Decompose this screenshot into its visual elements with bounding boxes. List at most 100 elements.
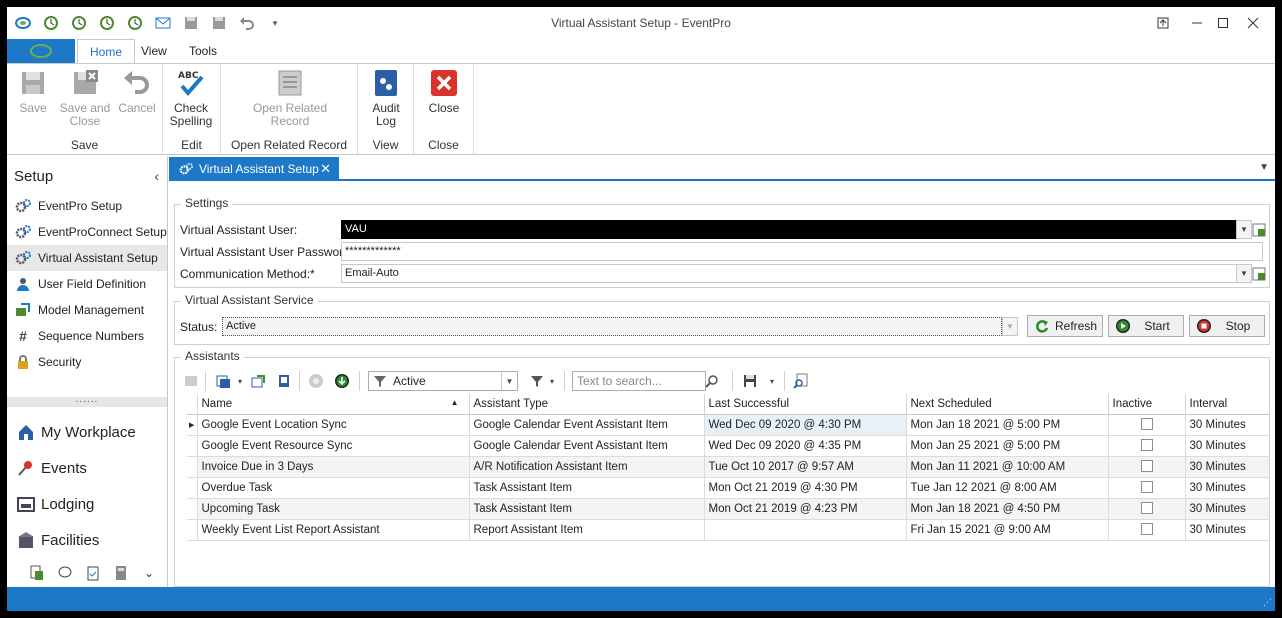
cell-last-successful[interactable]: Tue Oct 10 2017 @ 9:57 AM — [704, 456, 907, 478]
nav-item-security[interactable]: Security — [7, 349, 167, 375]
save-layout-dropdown-icon[interactable]: ▾ — [763, 372, 781, 390]
cell-name[interactable]: Invoice Due in 3 Days — [197, 456, 470, 478]
nav-events[interactable]: Events — [7, 452, 167, 484]
cell-inactive[interactable] — [1108, 477, 1186, 499]
save-and-close-button[interactable]: Save and Close — [59, 68, 111, 128]
filter-dropdown-arrow[interactable]: ▼ — [501, 372, 517, 390]
cell-last-successful[interactable]: Mon Oct 21 2019 @ 4:30 PM — [704, 477, 907, 499]
nav-item-virtual-assistant-setup[interactable]: Virtual Assistant Setup — [7, 245, 167, 271]
cell-assistant-type[interactable]: Google Calendar Event Assistant Item — [469, 414, 705, 436]
edit-record-icon[interactable] — [275, 372, 293, 390]
column-header-last-successful[interactable]: Last Successful — [704, 394, 907, 415]
restore-layout-icon[interactable] — [1151, 13, 1175, 33]
cell-assistant-type[interactable]: Google Calendar Event Assistant Item — [469, 435, 705, 457]
delete-row-icon[interactable] — [182, 372, 200, 390]
column-header-next-scheduled[interactable]: Next Scheduled — [906, 394, 1109, 415]
find-icon[interactable] — [792, 372, 810, 390]
documents-icon[interactable] — [29, 565, 45, 581]
cell-interval[interactable]: 30 Minutes — [1185, 477, 1269, 499]
cell-inactive[interactable] — [1108, 414, 1186, 436]
calculator-icon[interactable] — [113, 565, 129, 581]
nav-lodging[interactable]: Lodging — [7, 488, 167, 520]
user-dropdown-arrow[interactable]: ▼ — [1236, 220, 1252, 239]
add-user-icon[interactable] — [1251, 220, 1267, 239]
cell-next-scheduled[interactable]: Mon Jan 25 2021 @ 5:00 PM — [906, 435, 1109, 457]
nav-item-user-field-definition[interactable]: User Field Definition — [7, 271, 167, 297]
save-button[interactable]: Save — [7, 68, 59, 115]
search-input[interactable]: Text to search... — [572, 371, 706, 391]
inactive-checkbox[interactable] — [1140, 418, 1153, 431]
download-icon[interactable] — [333, 372, 351, 390]
tab-list-dropdown-icon[interactable]: ▼ — [1259, 162, 1269, 173]
chat-bubble-icon[interactable] — [57, 565, 73, 581]
cell-interval[interactable]: 30 Minutes — [1185, 456, 1269, 478]
cell-name[interactable]: Overdue Task — [197, 477, 470, 499]
cell-last-successful[interactable]: Wed Dec 09 2020 @ 4:30 PM — [704, 414, 907, 436]
open-related-record-button[interactable]: Open Related Record — [251, 68, 329, 128]
disabled-circle-icon[interactable] — [307, 372, 325, 390]
virtual-assistant-user-field[interactable]: VAU — [341, 220, 1237, 239]
nav-item-model-management[interactable]: Model Management — [7, 297, 167, 323]
inactive-checkbox[interactable] — [1140, 523, 1153, 536]
save-layout-icon[interactable] — [741, 372, 759, 390]
nav-item-sequence-numbers[interactable]: # Sequence Numbers — [7, 323, 167, 349]
cell-inactive[interactable] — [1108, 435, 1186, 457]
column-header-name[interactable]: Name ▲ — [197, 394, 470, 415]
inactive-checkbox[interactable] — [1140, 460, 1153, 473]
table-row[interactable]: Overdue Task Task Assistant Item Mon Oct… — [187, 477, 1269, 499]
column-header-interval[interactable]: Interval — [1185, 394, 1269, 415]
resize-grip-icon[interactable]: ⋰ — [1263, 597, 1272, 608]
nav-item-eventproconnect-setup[interactable]: EventProConnect Setup — [7, 219, 167, 245]
tab-tools[interactable]: Tools — [177, 39, 229, 63]
inactive-checkbox[interactable] — [1140, 481, 1153, 494]
nav-my-workplace[interactable]: My Workplace — [7, 416, 167, 448]
cell-name[interactable]: Weekly Event List Report Assistant — [197, 519, 470, 541]
search-icon[interactable] — [703, 372, 721, 390]
close-tab-icon[interactable]: ✕ — [320, 161, 331, 177]
check-spelling-button[interactable]: ABC Check Spelling — [165, 68, 217, 128]
table-row[interactable]: Google Event Resource Sync Google Calend… — [187, 435, 1269, 457]
cell-interval[interactable]: 30 Minutes — [1185, 414, 1269, 436]
cell-interval[interactable]: 30 Minutes — [1185, 519, 1269, 541]
collapse-nav-icon[interactable]: ‹ — [154, 168, 159, 184]
cell-next-scheduled[interactable]: Tue Jan 12 2021 @ 8:00 AM — [906, 477, 1109, 499]
status-dropdown-arrow[interactable]: ▼ — [1002, 317, 1018, 336]
cell-next-scheduled[interactable]: Mon Jan 11 2021 @ 10:00 AM — [906, 456, 1109, 478]
nav-splitter[interactable]: ...... — [7, 395, 167, 407]
communication-method-field[interactable]: Email-Auto — [341, 264, 1237, 283]
chevron-down-icon[interactable]: ⌄ — [141, 565, 157, 581]
refresh-button[interactable]: Refresh — [1027, 315, 1103, 337]
cell-last-successful[interactable] — [704, 519, 907, 541]
stop-button[interactable]: Stop — [1189, 315, 1265, 337]
cell-name[interactable]: Upcoming Task — [197, 498, 470, 520]
cell-inactive[interactable] — [1108, 456, 1186, 478]
cell-interval[interactable]: 30 Minutes — [1185, 435, 1269, 457]
clipboard-icon[interactable] — [85, 565, 101, 581]
table-row[interactable]: ▶ Google Event Location Sync Google Cale… — [187, 414, 1269, 436]
tab-home[interactable]: Home — [77, 39, 136, 64]
tab-view[interactable]: View — [129, 39, 179, 63]
cell-interval[interactable]: 30 Minutes — [1185, 498, 1269, 520]
cell-inactive[interactable] — [1108, 519, 1186, 541]
cell-assistant-type[interactable]: Task Assistant Item — [469, 477, 705, 499]
open-record-icon[interactable] — [249, 372, 267, 390]
nav-item-eventpro-setup[interactable]: EventPro Setup — [7, 193, 167, 219]
cell-last-successful[interactable]: Mon Oct 21 2019 @ 4:23 PM — [704, 498, 907, 520]
minimize-icon[interactable] — [1185, 13, 1209, 33]
advanced-filter-dropdown-icon[interactable]: ▾ — [543, 372, 561, 390]
cancel-button[interactable]: Cancel — [111, 68, 163, 115]
new-dropdown-icon[interactable]: ▾ — [231, 372, 249, 390]
cell-next-scheduled[interactable]: Mon Jan 18 2021 @ 4:50 PM — [906, 498, 1109, 520]
status-filter-combo[interactable]: Active ▼ — [368, 371, 518, 391]
table-row[interactable]: Upcoming Task Task Assistant Item Mon Oc… — [187, 498, 1269, 520]
table-row[interactable]: Weekly Event List Report Assistant Repor… — [187, 519, 1269, 541]
close-button[interactable]: Close — [418, 68, 470, 115]
column-header-inactive[interactable]: Inactive — [1108, 394, 1186, 415]
cell-assistant-type[interactable]: A/R Notification Assistant Item — [469, 456, 705, 478]
table-row[interactable]: Invoice Due in 3 Days A/R Notification A… — [187, 456, 1269, 478]
cell-assistant-type[interactable]: Report Assistant Item — [469, 519, 705, 541]
audit-log-button[interactable]: Audit Log — [360, 68, 412, 128]
nav-facilities[interactable]: Facilities — [7, 524, 167, 556]
add-method-icon[interactable] — [1251, 264, 1267, 283]
status-field[interactable]: Active — [222, 317, 1002, 336]
